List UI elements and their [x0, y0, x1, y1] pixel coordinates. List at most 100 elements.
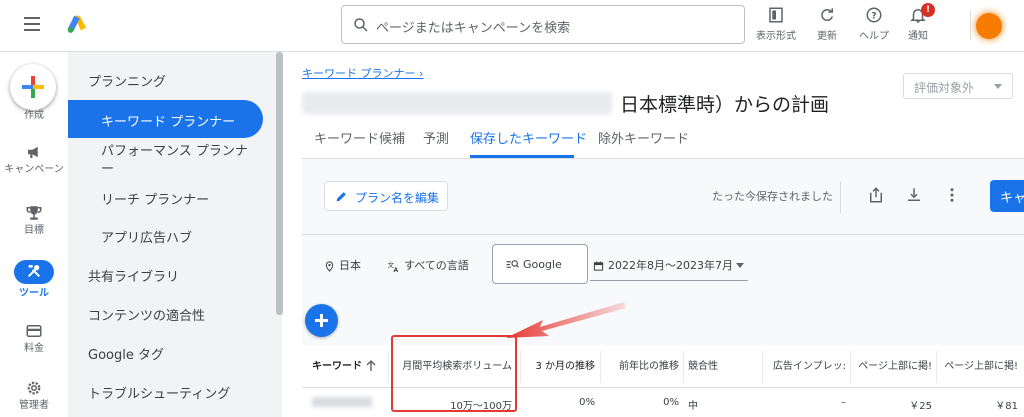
trophy-icon — [26, 206, 42, 220]
credit-card-icon — [26, 325, 42, 337]
divider — [302, 234, 1024, 235]
notification-badge: ! — [921, 3, 935, 17]
sidebar: プランニング キーワード プランナー パフォーマンス プランナ ー リーチ プラ… — [68, 52, 296, 417]
cell-three-month-change: 0% — [579, 397, 595, 408]
rail-item-admin[interactable]: 管理者 — [0, 379, 68, 412]
date-range-underline — [590, 280, 748, 281]
tools-pill — [14, 260, 54, 284]
col-ad-impression-share[interactable]: 広告インプレッ: — [766, 345, 846, 388]
create-label[interactable]: 作成 — [0, 110, 68, 122]
cell-ad-impression-share: – — [841, 397, 846, 408]
help-icon: ? — [866, 7, 882, 23]
col-top-bid-high[interactable]: ページ上部に掲! — [940, 345, 1018, 388]
notifications-label: 通知 — [908, 31, 928, 42]
sidebar-item-keyword-planner-label: キーワード プランナー — [101, 115, 236, 130]
dropdown-arrow-icon — [994, 84, 1002, 89]
sidebar-section-troubleshooting[interactable]: トラブルシューティング — [88, 383, 296, 402]
tab-keyword-ideas[interactable]: キーワード候補 — [314, 128, 405, 147]
sidebar-item-keyword-planner[interactable]: キーワード プランナー — [68, 100, 263, 138]
location-filter[interactable]: 日本 — [324, 257, 361, 273]
cell-competition: 中 — [688, 401, 698, 412]
top-bar: ページまたはキャンペーンを検索 表示形式 更新 ? ヘルプ 通知 ! — [0, 0, 1024, 52]
divider — [520, 351, 521, 383]
notifications-button[interactable]: 通知 ! — [892, 3, 944, 42]
col-competition[interactable]: 競合性 — [688, 345, 758, 388]
rail-item-tools[interactable]: ツール — [0, 260, 68, 300]
tab-saved-keywords[interactable]: 保存したキーワード — [470, 128, 587, 147]
sidebar-section-shared-library[interactable]: 共有ライブラリ — [88, 266, 296, 285]
tab-negative-keywords[interactable]: 除外キーワード — [598, 128, 689, 147]
display-format-button[interactable]: 表示形式 — [750, 6, 802, 42]
rail-item-billing[interactable]: 料金 — [0, 322, 68, 355]
google-ads-logo[interactable] — [66, 13, 88, 35]
divider — [936, 351, 937, 383]
location-filter-label: 日本 — [339, 259, 361, 272]
search-network-icon — [506, 260, 519, 268]
share-icon[interactable] — [867, 185, 885, 205]
download-icon[interactable] — [905, 185, 923, 205]
left-rail: 作成 キャンペーン 目標 ツール 料金 管理者 — [0, 52, 68, 417]
display-format-label: 表示形式 — [756, 31, 796, 42]
cell-yoy-change: 0% — [663, 397, 679, 408]
divider — [970, 10, 971, 40]
network-filter[interactable]: Google — [492, 244, 588, 284]
sidebar-scrollbar[interactable] — [276, 52, 283, 315]
page-title: 日本標準時）からの計画 — [620, 94, 830, 116]
keyword-redacted — [312, 397, 372, 407]
col-yoy-change[interactable]: 前年比の推移 — [604, 345, 679, 388]
megaphone-icon — [28, 146, 38, 158]
cell-top-bid-high: ￥81 — [995, 401, 1018, 412]
refresh-button[interactable]: 更新 — [801, 6, 853, 42]
evaluation-select[interactable]: 評価対象外 — [903, 73, 1013, 99]
divider — [762, 351, 763, 383]
pencil-icon — [336, 192, 346, 202]
annotation-highlight-box — [391, 335, 517, 412]
location-pin-icon — [325, 260, 334, 272]
divider — [840, 181, 841, 213]
language-filter[interactable]: 文 A すべての言語 — [387, 257, 469, 273]
rail-admin-label: 管理者 — [19, 400, 49, 411]
saved-status: たった今保存されました — [712, 190, 833, 203]
rail-item-campaign[interactable]: キャンペーン — [0, 143, 68, 176]
search-input[interactable]: ページまたはキャンペーンを検索 — [341, 5, 745, 44]
rail-item-goals[interactable]: 目標 — [0, 204, 68, 237]
plus-icon — [22, 76, 44, 98]
add-keyword-button[interactable] — [305, 304, 338, 337]
evaluation-select-value: 評価対象外 — [914, 81, 975, 95]
refresh-icon — [821, 8, 833, 21]
campaign-create-button[interactable]: キャン — [990, 180, 1024, 212]
edit-plan-name-button[interactable]: プラン名を編集 — [324, 181, 448, 211]
tab-forecast[interactable]: 予測 — [423, 128, 449, 147]
rail-campaign-label: キャンペーン — [4, 164, 64, 175]
rail-billing-label: 料金 — [24, 343, 44, 354]
sidebar-item-content-suitability[interactable]: コンテンツの適合性 — [88, 305, 293, 324]
help-label: ヘルプ — [859, 31, 889, 42]
title-redacted-portion — [302, 92, 612, 114]
divider — [683, 351, 684, 383]
network-filter-label: Google — [523, 258, 562, 271]
sidebar-item-google-tag[interactable]: Google タグ — [88, 344, 293, 363]
divider — [850, 351, 851, 383]
sidebar-section-planning-label: プランニング — [88, 75, 167, 90]
date-range-filter[interactable]: 2022年8月～2023年7月 — [593, 257, 733, 273]
language-filter-label: すべての言語 — [404, 259, 469, 272]
rail-goals-label: 目標 — [24, 225, 44, 236]
date-range-filter-label: 2022年8月～2023年7月 — [608, 259, 733, 272]
search-icon — [354, 18, 368, 32]
col-top-bid-low[interactable]: ページ上部に掲! — [854, 345, 932, 388]
more-vert-icon[interactable] — [943, 185, 961, 205]
breadcrumb[interactable]: キーワード プランナー › — [302, 65, 423, 81]
menu-icon[interactable] — [24, 17, 40, 31]
rail-tools-label: ツール — [19, 288, 49, 299]
refresh-label: 更新 — [817, 31, 837, 42]
col-keyword[interactable]: キーワード — [312, 345, 368, 388]
date-dropdown-arrow-icon[interactable] — [736, 263, 744, 268]
sort-arrow-up-icon[interactable] — [366, 360, 376, 372]
gear-icon — [27, 381, 41, 395]
sidebar-section-planning[interactable]: プランニング — [88, 71, 296, 90]
avatar[interactable] — [976, 13, 1002, 39]
create-button[interactable] — [10, 64, 56, 110]
col-three-month-change[interactable]: 3 か月の推移 — [524, 345, 595, 388]
sidebar-section-troubleshooting-label: トラブルシューティング — [88, 387, 231, 402]
sidebar-section-shared-library-label: 共有ライブラリ — [88, 270, 180, 285]
